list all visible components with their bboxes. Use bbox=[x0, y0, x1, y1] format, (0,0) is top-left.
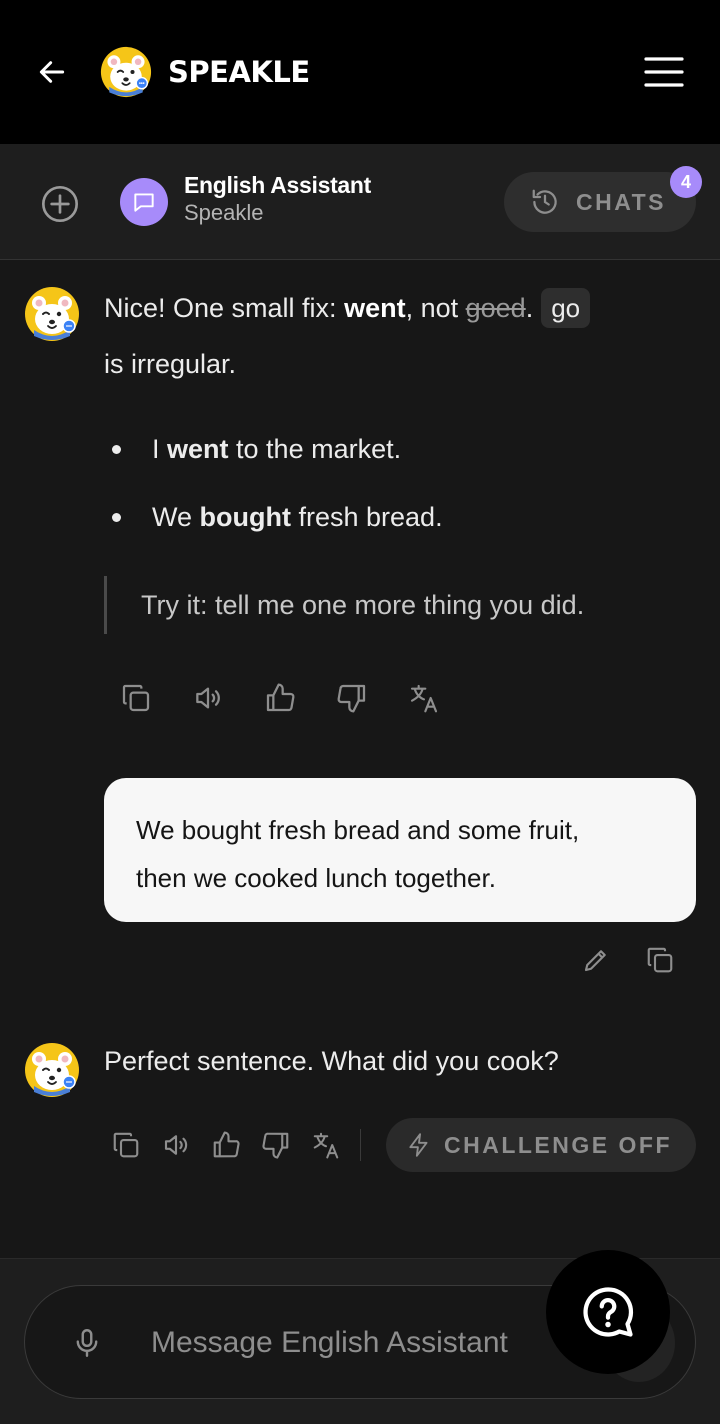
new-chat-button[interactable] bbox=[36, 180, 84, 228]
chats-button[interactable]: CHATS bbox=[504, 172, 696, 232]
list-bold-word: went bbox=[167, 434, 229, 464]
app-bar: SPEAKLE bbox=[0, 0, 720, 144]
list-text: fresh bread. bbox=[290, 502, 443, 532]
read-aloud-button[interactable] bbox=[154, 1120, 198, 1170]
microphone-button[interactable] bbox=[65, 1319, 109, 1367]
translate-button[interactable] bbox=[400, 670, 448, 726]
list-item: I went to the market. bbox=[104, 420, 694, 488]
edit-button[interactable] bbox=[572, 938, 620, 982]
brand-name: SPEAKLE bbox=[168, 55, 310, 89]
assistant-subtitle: Speakle bbox=[184, 200, 264, 225]
divider bbox=[360, 1129, 361, 1161]
message-line: Nice! One small fix: went, not goed. go bbox=[104, 280, 694, 336]
bullet-list: I went to the market. We bought fresh br… bbox=[104, 420, 694, 556]
message-input[interactable] bbox=[151, 1316, 571, 1370]
translate-icon bbox=[408, 682, 440, 714]
speaker-icon bbox=[161, 1130, 191, 1160]
speaker-icon bbox=[192, 682, 224, 714]
thumbs-down-icon bbox=[261, 1130, 291, 1160]
correct-word: went bbox=[344, 293, 406, 323]
microphone-icon bbox=[76, 1329, 98, 1357]
thumbs-down-icon bbox=[336, 682, 368, 714]
list-text: We bbox=[152, 502, 200, 532]
user-message: We bought fresh bread and some fruit, th… bbox=[104, 778, 696, 922]
message-actions bbox=[112, 670, 448, 726]
thumbs-up-button[interactable] bbox=[204, 1120, 248, 1170]
list-bold-word: bought bbox=[199, 502, 291, 532]
lightning-icon bbox=[409, 1133, 428, 1157]
copy-button[interactable] bbox=[112, 670, 160, 726]
help-chat-icon bbox=[583, 1287, 634, 1337]
copy-button[interactable] bbox=[104, 1120, 148, 1170]
copy-icon bbox=[120, 682, 152, 714]
list-text: to the market. bbox=[228, 434, 402, 464]
list-item: We bought fresh bread. bbox=[104, 488, 694, 556]
thumbs-down-button[interactable] bbox=[254, 1120, 298, 1170]
chats-count-badge: 4 bbox=[670, 166, 702, 198]
bot-message: Perfect sentence. What did you cook? bbox=[104, 1046, 559, 1076]
speakle-logo bbox=[100, 46, 152, 98]
arrow-left-icon bbox=[39, 61, 65, 83]
user-message-actions bbox=[572, 938, 684, 982]
challenge-toggle[interactable]: CHALLENGE OFF bbox=[386, 1118, 696, 1172]
back-button[interactable] bbox=[28, 50, 76, 94]
chats-label: CHATS bbox=[576, 188, 667, 215]
message-line: is irregular. bbox=[104, 349, 237, 379]
bot-message: Nice! One small fix: went, not goed. go i… bbox=[104, 280, 694, 392]
translate-button[interactable] bbox=[304, 1120, 348, 1170]
history-icon bbox=[532, 189, 557, 214]
chat-bubble-icon bbox=[134, 193, 154, 212]
copy-icon bbox=[111, 1130, 141, 1160]
thumbs-up-icon bbox=[264, 682, 296, 714]
copy-icon bbox=[645, 945, 675, 975]
assistant-avatar bbox=[120, 178, 168, 226]
help-button[interactable] bbox=[546, 1250, 670, 1374]
menu-button[interactable] bbox=[636, 50, 692, 94]
bot-avatar bbox=[24, 1042, 80, 1098]
thumbs-up-icon bbox=[211, 1130, 241, 1160]
challenge-label: CHALLENGE OFF bbox=[444, 1131, 672, 1158]
assistant-name: English Assistant bbox=[184, 172, 372, 198]
inline-code: go bbox=[541, 288, 591, 328]
message-text: Nice! One small fix: bbox=[104, 293, 345, 323]
pencil-icon bbox=[584, 950, 606, 972]
copy-button[interactable] bbox=[636, 938, 684, 982]
list-text: I bbox=[152, 434, 168, 464]
message-line: then we cooked lunch together. bbox=[136, 863, 496, 893]
bot-avatar bbox=[24, 286, 80, 342]
translate-icon bbox=[311, 1130, 341, 1160]
thumbs-down-button[interactable] bbox=[328, 670, 376, 726]
plus-circle-icon bbox=[42, 186, 78, 222]
message-text: , not bbox=[405, 293, 466, 323]
thumbs-up-button[interactable] bbox=[256, 670, 304, 726]
hamburger-icon bbox=[644, 57, 684, 87]
message-actions bbox=[104, 1120, 361, 1170]
blockquote: Try it: tell me one more thing you did. bbox=[104, 576, 694, 634]
message-text: . bbox=[525, 293, 534, 323]
message-line: We bought fresh bread and some fruit, bbox=[136, 815, 580, 845]
read-aloud-button[interactable] bbox=[184, 670, 232, 726]
wrong-word: goed bbox=[465, 293, 526, 323]
chat-header: English Assistant Speakle CHATS 4 bbox=[0, 144, 720, 260]
